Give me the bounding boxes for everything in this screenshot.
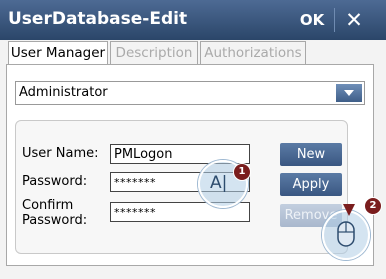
step-badge-1: 1 bbox=[233, 163, 251, 181]
user-select-value: Administrator bbox=[19, 85, 108, 100]
mouse-callout bbox=[322, 210, 370, 260]
new-button[interactable]: New bbox=[280, 143, 342, 166]
tab-user-manager[interactable]: User Manager bbox=[8, 41, 108, 66]
user-select[interactable]: Administrator bbox=[15, 81, 365, 105]
title-bar: UserDatabase-Edit OK ✕ bbox=[0, 0, 386, 40]
click-arrow-icon bbox=[343, 204, 355, 216]
password-label: Password: bbox=[22, 174, 88, 189]
dropdown-button[interactable] bbox=[336, 84, 362, 102]
user-details-group: User Name: PMLogon Password: ******* Con… bbox=[15, 120, 348, 254]
mouse-icon bbox=[337, 221, 355, 247]
window-title: UserDatabase-Edit bbox=[8, 9, 188, 29]
chevron-down-icon bbox=[344, 90, 354, 96]
text-cursor-icon: A| bbox=[210, 173, 228, 193]
confirm-label-line2: Password: bbox=[22, 213, 88, 228]
step-badge-2: 2 bbox=[364, 197, 382, 215]
ok-button[interactable]: OK bbox=[290, 4, 334, 36]
close-icon[interactable]: ✕ bbox=[334, 4, 374, 36]
user-name-label: User Name: bbox=[22, 146, 99, 161]
confirm-label-line1: Confirm bbox=[22, 198, 74, 213]
apply-button[interactable]: Apply bbox=[280, 173, 342, 196]
tab-description[interactable]: Description bbox=[110, 41, 198, 64]
user-manager-panel: Administrator User Name: PMLogon Passwor… bbox=[6, 64, 374, 266]
tab-authorizations[interactable]: Authorizations bbox=[200, 41, 306, 64]
